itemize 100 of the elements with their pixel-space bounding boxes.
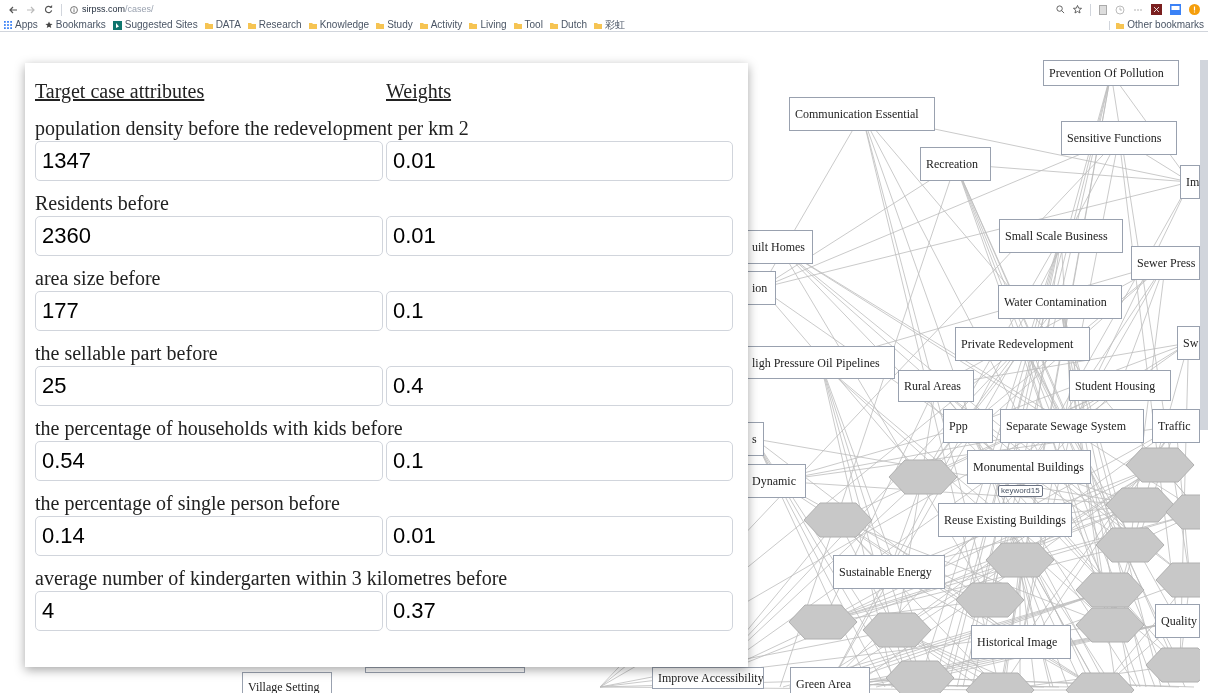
folder-icon	[549, 21, 558, 29]
alert-icon[interactable]	[1189, 4, 1200, 15]
bookmark-item[interactable]: Bookmarks	[44, 19, 106, 31]
graph-node[interactable]: Sustainable Energy	[833, 555, 945, 589]
graph-node[interactable]: Quality	[1155, 604, 1200, 638]
graph-node[interactable]: Sewer Press	[1131, 246, 1200, 280]
graph-node[interactable]: Ppp	[943, 409, 993, 443]
column-header: Target case attributes	[35, 79, 206, 105]
graph-node[interactable]: Separate Sewage System	[1000, 409, 1144, 443]
hexagon-node[interactable]	[985, 542, 1055, 578]
value-field[interactable]: 4	[35, 591, 383, 631]
folder-icon	[247, 21, 256, 29]
weight-field[interactable]: 0.01	[386, 216, 733, 256]
graph-node[interactable]: Private Redevelopment	[955, 327, 1090, 361]
bookmark-item[interactable]: DATA	[204, 19, 241, 31]
bookmark-item[interactable]: Suggested Sites	[112, 19, 198, 31]
bookmark-item[interactable]: Dutch	[549, 19, 587, 31]
hexagon-node[interactable]	[888, 459, 958, 495]
hexagon-node[interactable]	[803, 502, 873, 538]
hexagon-node[interactable]	[1095, 527, 1165, 563]
graph-node[interactable]: Communication Essential	[789, 97, 935, 131]
graph-node[interactable]: Village Setting	[242, 672, 332, 693]
bookmark-item[interactable]: Apps	[4, 19, 38, 31]
dots-icon[interactable]	[1133, 7, 1143, 12]
value-field[interactable]: 2360	[35, 216, 383, 256]
keyword-tag: keyword15	[998, 485, 1043, 497]
graph-node[interactable]	[365, 667, 525, 673]
value-field[interactable]: 177	[35, 291, 383, 331]
graph-node[interactable]: Reuse Existing Buildings	[938, 503, 1072, 537]
hexagon-node[interactable]	[1165, 494, 1200, 530]
value-field[interactable]: 0.14	[35, 516, 383, 556]
hexagon-node[interactable]	[862, 612, 932, 648]
window-icon[interactable]	[1170, 4, 1181, 15]
bookmark-item[interactable]: Research	[247, 19, 302, 31]
graph-node[interactable]: Sw	[1177, 326, 1200, 360]
value-field[interactable]: 1347	[35, 141, 383, 181]
folder-icon	[1116, 21, 1125, 29]
zoom-icon[interactable]	[1056, 5, 1065, 14]
graph-node[interactable]: Rural Areas	[898, 370, 974, 402]
graph-node[interactable]: Sensitive Functions	[1061, 121, 1177, 155]
hexagon-node[interactable]	[1155, 562, 1200, 598]
folder-icon	[204, 21, 213, 29]
graph-node[interactable]: Prevention Of Pollution	[1043, 60, 1179, 86]
bookmark-item[interactable]: 彩虹	[594, 19, 625, 31]
folder-icon	[469, 21, 478, 29]
hexagon-node[interactable]	[1065, 672, 1135, 693]
back-icon[interactable]	[8, 5, 18, 14]
hexagon-node[interactable]	[1125, 447, 1195, 483]
star-icon	[44, 21, 53, 29]
reload-icon[interactable]	[44, 5, 53, 14]
graph-node[interactable]: Water Contamination	[998, 285, 1122, 319]
bookmark-item[interactable]: Knowledge	[308, 19, 370, 31]
star-icon[interactable]	[1073, 5, 1082, 14]
graph-node[interactable]: ion	[746, 271, 776, 305]
hexagon-node[interactable]	[1075, 572, 1145, 608]
value-field[interactable]: 0.54	[35, 441, 383, 481]
hexagon-node[interactable]	[1075, 607, 1145, 643]
weight-field[interactable]: 0.01	[386, 516, 733, 556]
forward-icon[interactable]	[26, 5, 36, 14]
graph-node[interactable]: ligh Pressure Oil Pipelines	[746, 346, 895, 379]
bookmark-item[interactable]: Living	[469, 19, 507, 31]
weight-field[interactable]: 0.01	[386, 141, 733, 181]
page-icon[interactable]	[1099, 4, 1107, 15]
bookmark-item[interactable]: Activity	[419, 19, 463, 31]
graph-node[interactable]: Dynamic	[746, 464, 806, 498]
graph-node[interactable]: Green Area	[790, 667, 870, 693]
hexagon-node[interactable]	[885, 660, 955, 693]
hexagon-node[interactable]	[955, 582, 1025, 618]
hexagon-node[interactable]	[965, 672, 1035, 693]
weight-field[interactable]: 0.4	[386, 366, 733, 406]
value-field[interactable]: 25	[35, 366, 383, 406]
graph-node[interactable]: Traffic	[1152, 409, 1200, 443]
weight-field[interactable]: 0.1	[386, 291, 733, 331]
folder-icon	[594, 21, 602, 29]
scrollbar-thumb[interactable]	[1200, 60, 1208, 430]
graph-node[interactable]: Small Scale Business	[999, 219, 1123, 253]
attribute-label: the percentage of single person before	[35, 491, 341, 516]
url-text[interactable]: sirpss.com/cases/	[82, 2, 154, 17]
bookmark-item[interactable]: Tool	[513, 19, 543, 31]
graph-node[interactable]: Im	[1180, 165, 1200, 199]
folder-icon	[376, 21, 385, 29]
attribute-label: the sellable part before	[35, 341, 219, 366]
bookmark-item[interactable]: Other bookmarks	[1116, 19, 1204, 31]
clock-icon[interactable]	[1115, 4, 1125, 15]
graph-node[interactable]: uilt Homes	[746, 230, 813, 264]
column-header: Weights	[386, 79, 452, 105]
graph-node[interactable]: Recreation	[920, 147, 991, 181]
weight-field[interactable]: 0.37	[386, 591, 733, 631]
weight-field[interactable]: 0.1	[386, 441, 733, 481]
info-icon[interactable]	[70, 5, 78, 14]
graph-node[interactable]: Monumental Buildings	[967, 450, 1091, 484]
bookmark-item[interactable]: Study	[376, 19, 413, 31]
graph-node[interactable]: Improve Accessibility	[652, 667, 764, 689]
apps-icon	[4, 21, 12, 29]
attribute-label: area size before	[35, 266, 162, 291]
hexagon-node[interactable]	[1145, 647, 1200, 683]
graph-node[interactable]: Student Housing	[1069, 370, 1171, 401]
folder-icon	[419, 21, 428, 29]
hexagon-node[interactable]	[788, 604, 858, 640]
graph-node[interactable]: Historical Image	[971, 625, 1071, 659]
